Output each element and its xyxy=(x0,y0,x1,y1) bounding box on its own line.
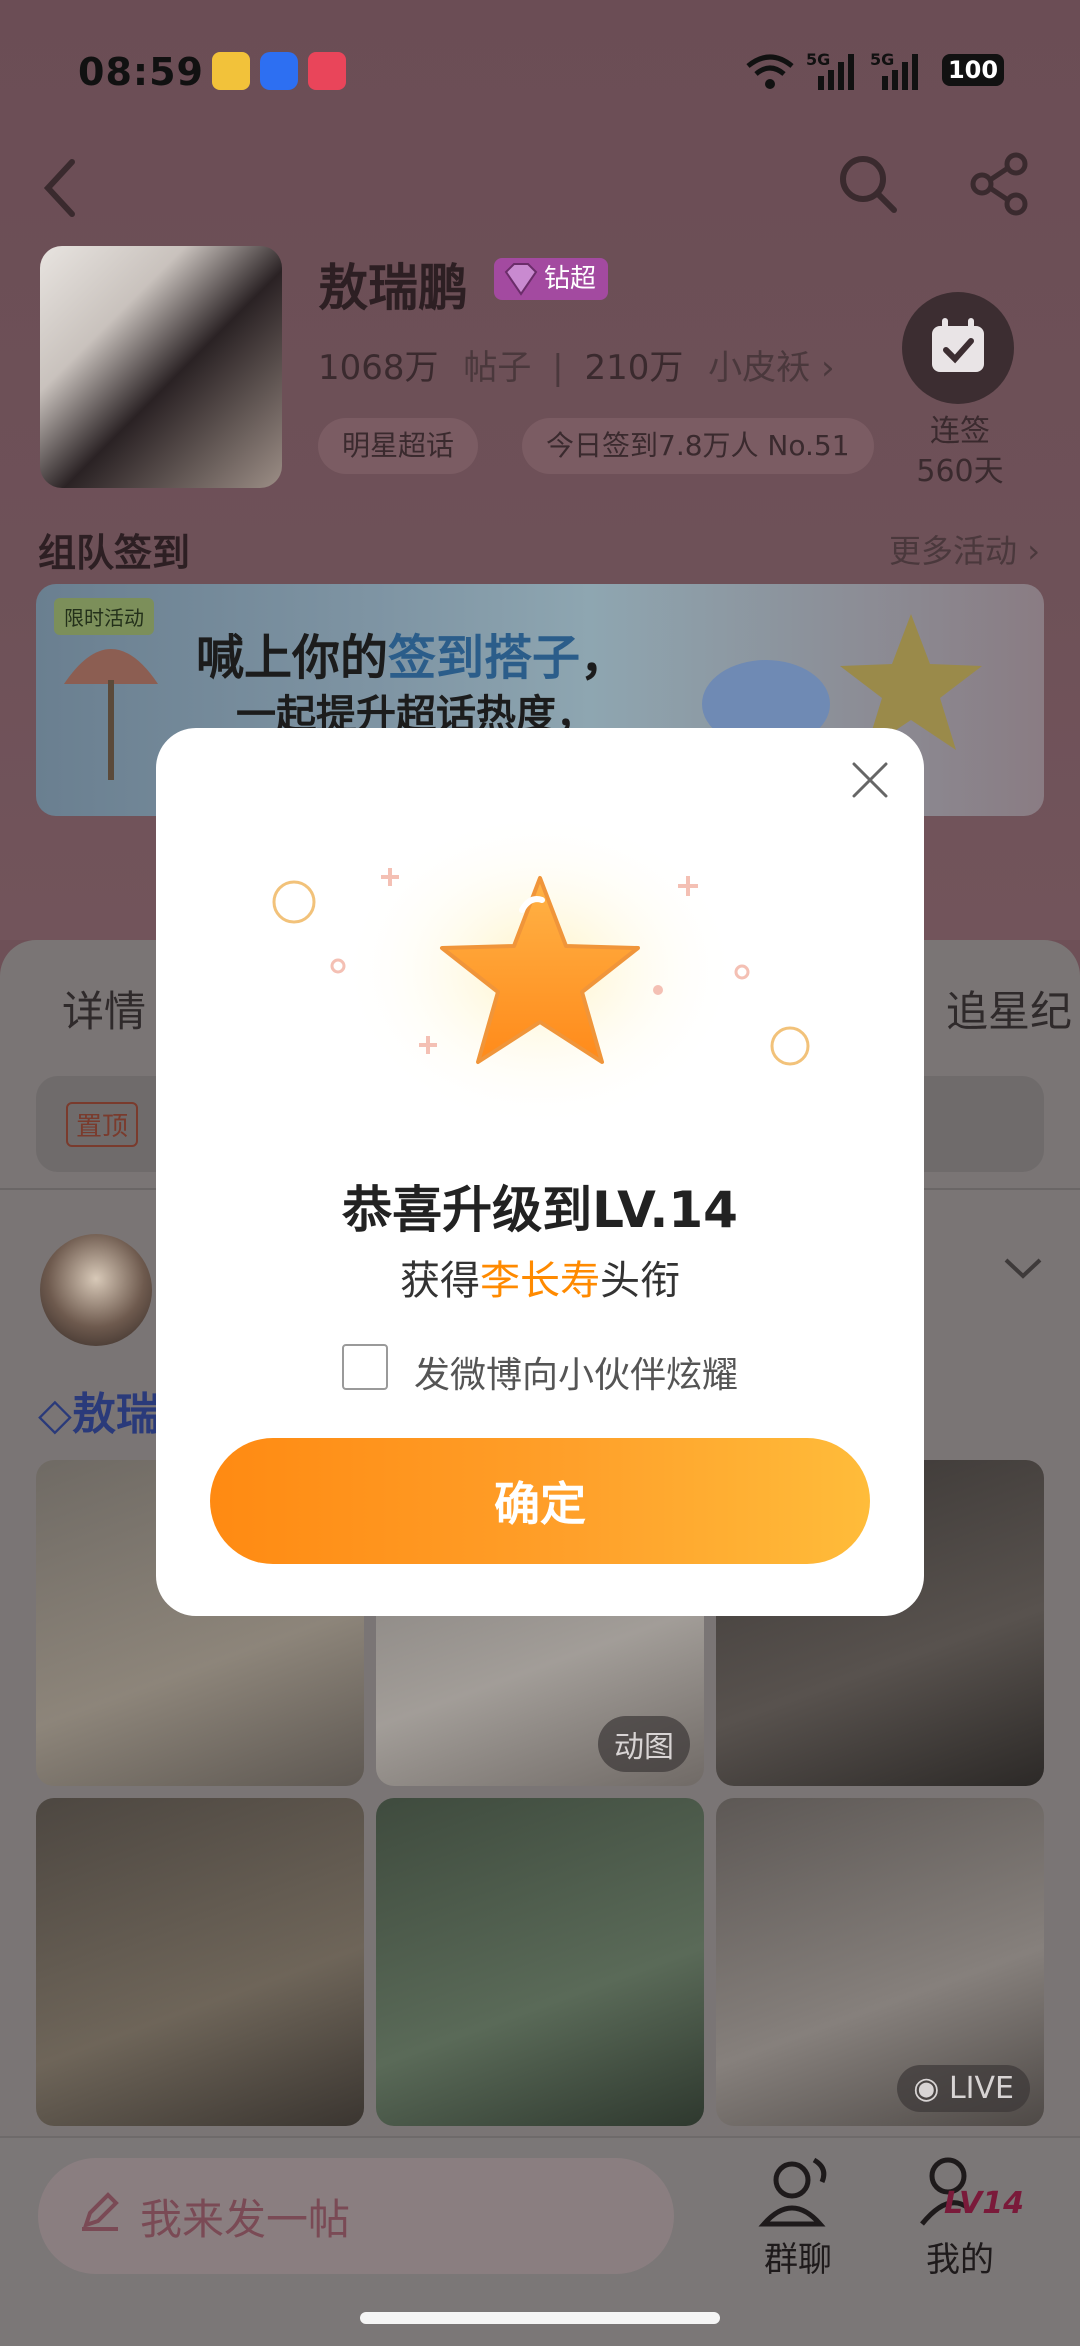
post-author-name[interactable]: ◇敖瑞 xyxy=(38,1378,160,1442)
share-weibo-checkbox[interactable] xyxy=(342,1344,388,1390)
fans-count: 210万 xyxy=(584,348,684,388)
level-up-subtitle: 获得李长寿头衔 xyxy=(156,1248,924,1306)
checkin-button[interactable] xyxy=(902,292,1014,404)
photo-tile[interactable] xyxy=(376,1798,704,2126)
checkin-rank-pill[interactable]: 今日签到7.8万人 No.51 xyxy=(522,418,874,474)
status-time: 08:59 xyxy=(78,50,204,94)
chevron-right-icon: › xyxy=(820,348,835,388)
level-badge: LV14 xyxy=(944,2186,1024,2221)
post-author-avatar[interactable] xyxy=(40,1234,152,1346)
level-up-title: 恭喜升级到LV.14 xyxy=(342,1181,738,1239)
search-icon[interactable] xyxy=(836,152,900,220)
signal-type-1: 5G xyxy=(806,50,831,69)
title-award-suffix: 头衔 xyxy=(600,1258,680,1304)
more-activities-label: 更多活动 xyxy=(889,532,1018,570)
gif-tag: 动图 xyxy=(598,1716,690,1772)
banner-headline-highlight: 签到搭子 xyxy=(388,630,581,686)
diamond-super-badge: 钻超 xyxy=(494,258,609,300)
live-tag: ◉ LIVE xyxy=(897,2065,1030,2112)
badge-label: 钻超 xyxy=(544,264,597,294)
confirm-button[interactable]: 确定 xyxy=(210,1438,870,1564)
tab-star-chronicle[interactable]: 追星纪 xyxy=(946,978,1072,1039)
checkin-streak-label: 连签 560天 xyxy=(880,412,1040,492)
chevron-down-icon[interactable] xyxy=(1002,1246,1044,1292)
share-icon[interactable] xyxy=(968,152,1032,220)
live-label: LIVE xyxy=(948,2071,1014,2106)
title-award-name: 李长寿 xyxy=(480,1258,600,1304)
share-weibo-label[interactable]: 发微博向小伙伴炫耀 xyxy=(414,1346,738,1398)
more-activities-link[interactable]: 更多活动 › xyxy=(889,526,1040,572)
signal-type-2: 5G xyxy=(870,50,895,69)
diamond-icon: ◇ xyxy=(38,1389,72,1440)
wifi-icon xyxy=(744,54,796,94)
group-chat-label[interactable]: 群聊 xyxy=(728,2232,868,2281)
weibo-app-icon xyxy=(212,52,250,90)
chevron-left-icon[interactable] xyxy=(40,156,80,224)
banner-headline-suffix: ， xyxy=(580,630,629,686)
post-author-text: 敖瑞 xyxy=(71,1389,160,1440)
live-icon: ◉ xyxy=(913,2071,949,2106)
close-icon[interactable] xyxy=(848,758,892,802)
category-pill[interactable]: 明星超话 xyxy=(318,418,479,474)
posts-label: 帖子 xyxy=(463,348,532,388)
title-award-prefix: 获得 xyxy=(400,1258,480,1304)
star-badge-icon xyxy=(260,800,820,1144)
tab-details[interactable]: 详情 xyxy=(62,978,146,1039)
diamond-icon xyxy=(502,260,540,311)
compose-placeholder: 我来发一帖 xyxy=(140,2194,351,2244)
beach-umbrella-icon xyxy=(56,624,166,788)
checkin-streak-days: 560天 xyxy=(916,454,1004,489)
calendar-check-icon xyxy=(926,314,990,382)
banner-headline-prefix: 喊上你的 xyxy=(196,630,389,686)
chevron-right-icon: › xyxy=(1027,532,1040,570)
checkin-streak-title: 连签 xyxy=(930,414,990,449)
battery-indicator: 100 xyxy=(942,54,1004,86)
posts-count: 1068万 xyxy=(318,348,439,388)
browser-app-icon xyxy=(260,52,298,90)
pencil-icon xyxy=(78,2189,122,2243)
supertopic-stats[interactable]: 1068万 帖子 | 210万 小皮袄 › xyxy=(318,340,835,389)
compose-post-button[interactable]: 我来发一帖 xyxy=(38,2158,674,2274)
fans-label: 小皮袄 xyxy=(708,348,811,388)
supertopic-avatar[interactable] xyxy=(40,246,282,488)
clown-app-icon xyxy=(308,52,346,90)
photo-tile[interactable] xyxy=(36,1798,364,2126)
group-chat-icon[interactable] xyxy=(756,2154,836,2234)
team-checkin-title: 组队签到 xyxy=(38,531,191,575)
mine-label[interactable]: 我的 xyxy=(890,2232,1030,2281)
supertopic-name: 敖瑞鹏 xyxy=(318,259,468,317)
photo-tile[interactable]: ◉ LIVE xyxy=(716,1798,1044,2126)
banner-headline: 喊上你的签到搭子， xyxy=(196,618,628,688)
home-indicator[interactable] xyxy=(360,2312,720,2324)
pinned-tag: 置顶 xyxy=(66,1102,139,1147)
